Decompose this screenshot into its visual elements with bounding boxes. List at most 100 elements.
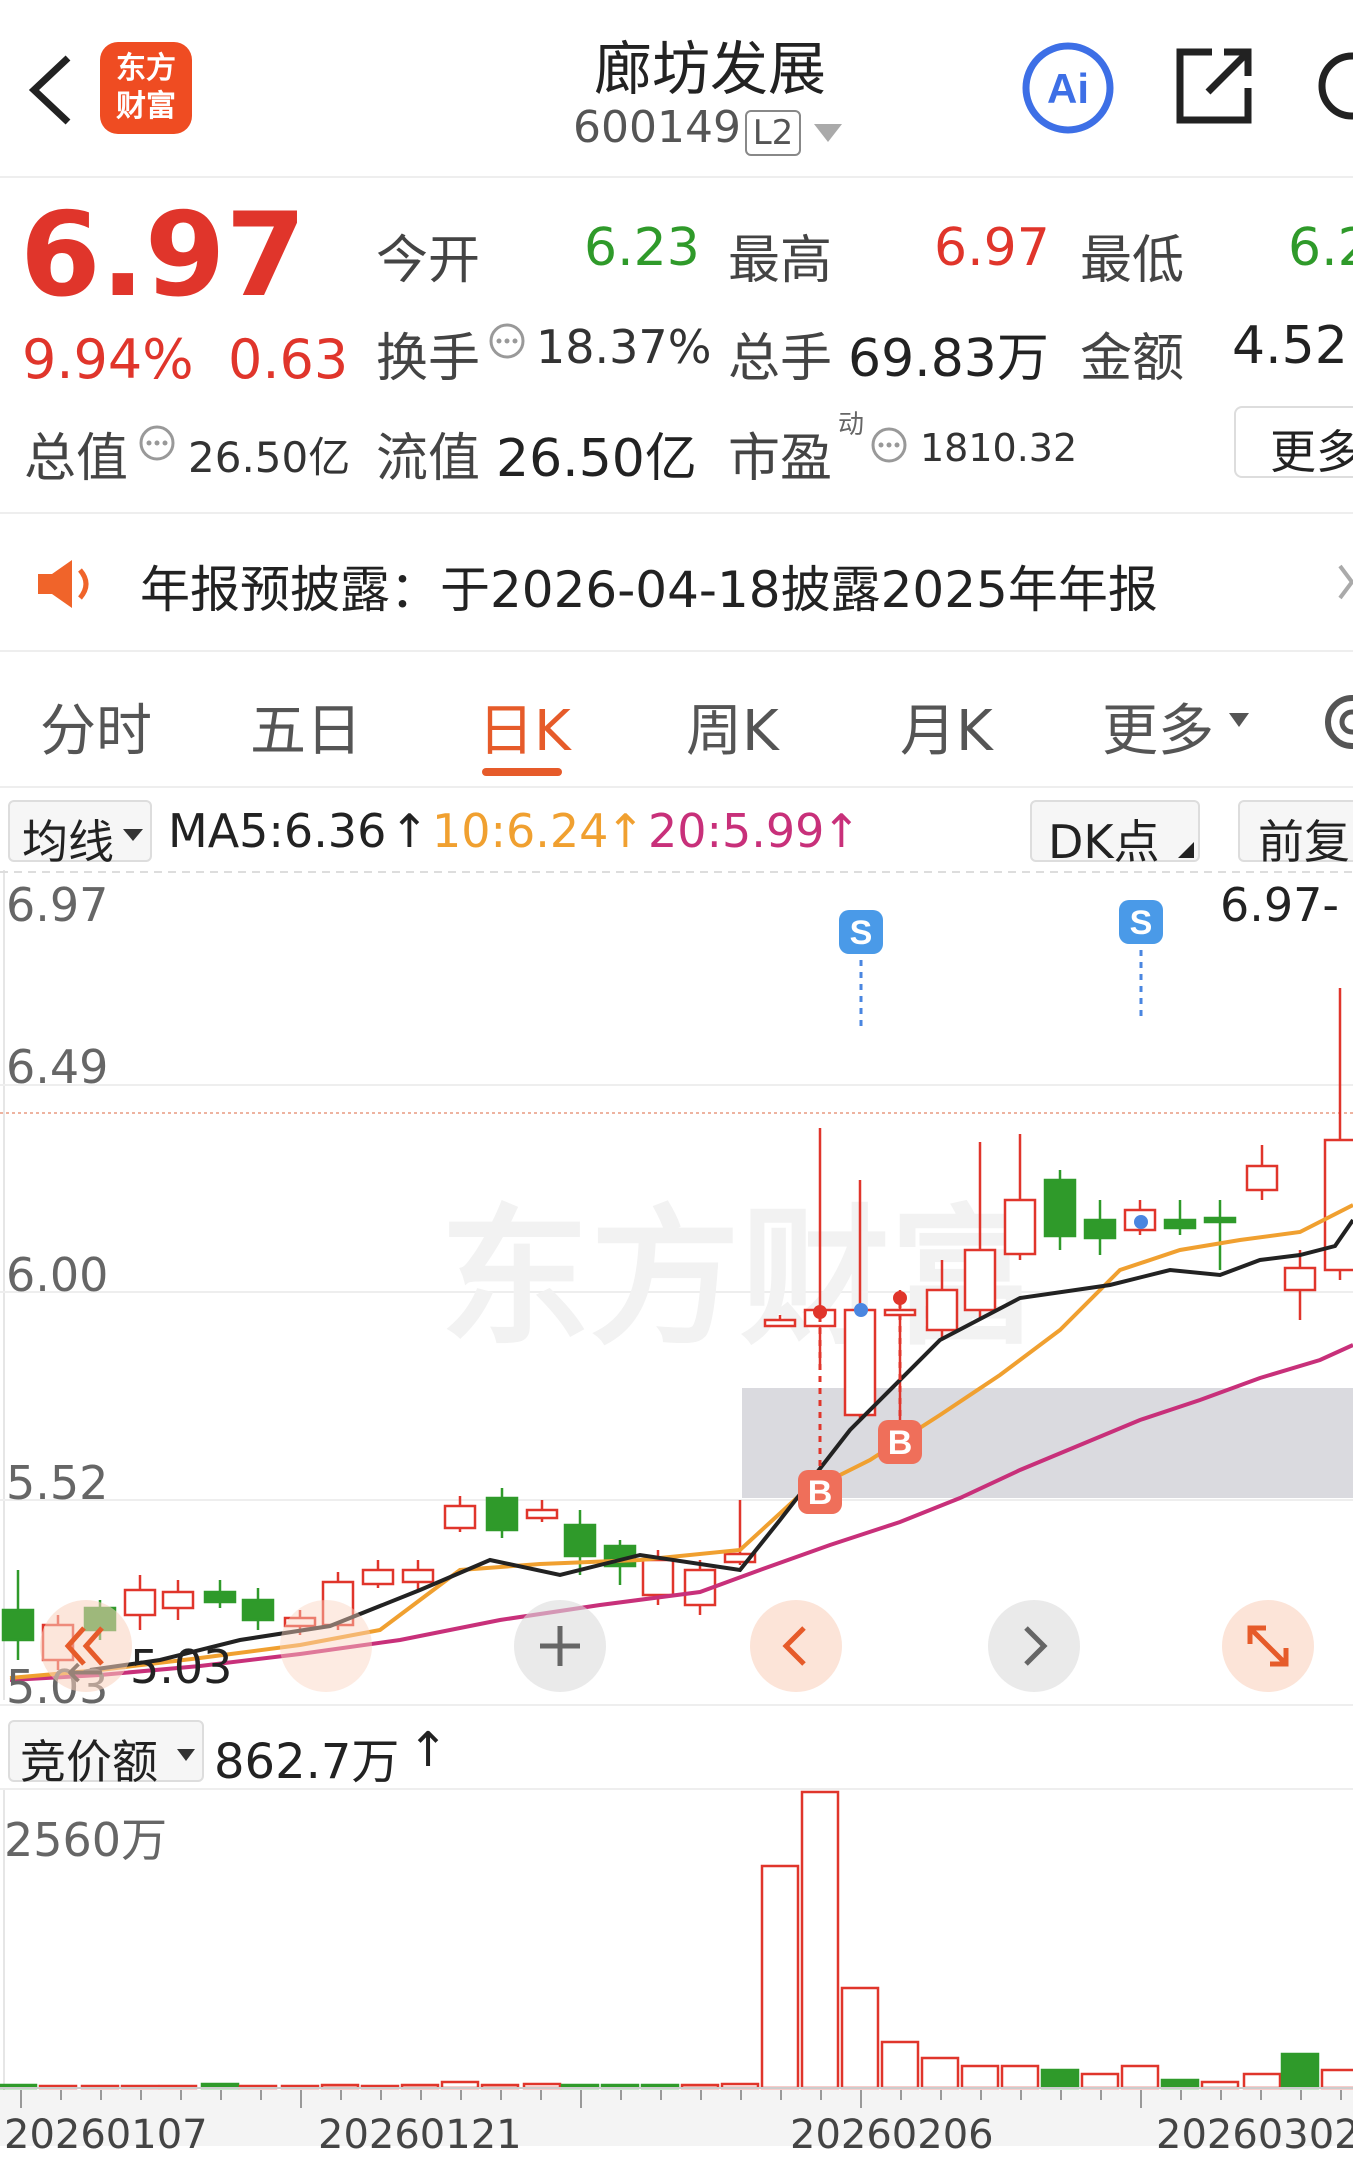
ma10-arrow: ↑: [606, 804, 645, 858]
change-amount: 0.63: [228, 328, 349, 391]
ma20-value: 20:5.99: [648, 804, 825, 858]
zoom-in-button[interactable]: [514, 1600, 606, 1692]
buy-marker-label: B: [808, 1474, 833, 1512]
float-value: 26.50亿: [496, 429, 697, 489]
tab-intraday[interactable]: 分时: [40, 686, 152, 767]
volume-bar: [1320, 2068, 1353, 2090]
info-icon[interactable]: [870, 426, 908, 468]
date-tick: [180, 2090, 182, 2100]
candle: [1245, 1145, 1279, 1200]
volume-bar: [1120, 2064, 1160, 2090]
stock-code: 600149: [573, 102, 741, 153]
candle: [443, 1496, 477, 1532]
expand-icon: [1247, 1625, 1289, 1667]
high-label: 最高: [728, 231, 833, 291]
info-icon[interactable]: [138, 424, 176, 466]
more-button[interactable]: 更多: [1234, 406, 1353, 479]
date-tick: [380, 2090, 382, 2100]
sell-marker-label: S: [1130, 904, 1153, 942]
date-tick: [940, 2090, 942, 2100]
fullscreen-button[interactable]: [1222, 1600, 1314, 1692]
price-axis-label: 6.49: [6, 1040, 109, 1094]
share-icon[interactable]: [1172, 44, 1256, 132]
volume-value: 862.7万: [214, 1734, 400, 1790]
next-button[interactable]: [988, 1600, 1080, 1692]
price-axis-label: 6.00: [6, 1248, 109, 1302]
volume-chart: [0, 1790, 1353, 2090]
candle: [1323, 988, 1353, 1280]
volume-bar: [1242, 2072, 1282, 2090]
volume-bars: [0, 1790, 1353, 2090]
dropdown-icon[interactable]: [812, 122, 844, 148]
search-icon[interactable]: [1308, 48, 1353, 132]
current-price: 6.97: [20, 188, 307, 323]
high-value: 6.97: [934, 218, 1050, 278]
volume-selector[interactable]: 竞价额: [8, 1720, 204, 1789]
turnover-label: 换手: [376, 329, 481, 389]
candle: [1043, 1170, 1077, 1250]
date-tick: [900, 2090, 902, 2100]
divider: [0, 1704, 1353, 1706]
chevron-right-icon[interactable]: [1338, 562, 1353, 606]
amount-label: 金额: [1080, 329, 1185, 389]
candle: [1, 1570, 35, 1660]
date-tick: [1060, 2090, 1062, 2100]
volume-label: 总手: [728, 329, 833, 389]
date-tick: [100, 2090, 102, 2100]
volume-bar: [760, 1864, 800, 2090]
date-tick: [420, 2090, 422, 2100]
date-tick: [1220, 2090, 1222, 2100]
ma20-arrow: ↑: [822, 804, 861, 858]
candlestick-chart[interactable]: 东方财富 S S B B: [0, 870, 1353, 1700]
ai-button[interactable]: Ai: [1020, 40, 1116, 136]
date-tick: [340, 2090, 342, 2100]
level-badge[interactable]: L2: [745, 110, 801, 156]
zoom-out-button[interactable]: [280, 1600, 372, 1692]
date-tick: [820, 2090, 822, 2100]
tab-more[interactable]: 更多: [1102, 686, 1214, 767]
active-tab-indicator: [482, 768, 562, 776]
volume-bar: [920, 2056, 960, 2090]
ma-selector[interactable]: 均线: [8, 800, 152, 869]
date-tick: [700, 2090, 702, 2100]
date-axis: 20260107 20260121 20260206 20260302: [0, 2090, 1353, 2158]
amount-value: 4.52: [1232, 316, 1348, 376]
tab-five-day[interactable]: 五日: [250, 686, 362, 767]
date-tick: [460, 2090, 462, 2100]
tab-weekly-k[interactable]: 周K: [686, 686, 779, 767]
date-tick: [1100, 2090, 1102, 2100]
volume-bar: [1160, 2078, 1200, 2090]
market-cap-value: 26.50亿: [188, 433, 351, 482]
open-label: 今开: [376, 231, 481, 291]
change-percent: 9.94%: [22, 328, 194, 391]
market-cap-label: 总值: [24, 429, 129, 489]
divider: [0, 786, 1353, 788]
caret-down-icon: [123, 829, 143, 841]
tab-monthly-k[interactable]: 月K: [900, 686, 993, 767]
dk-point-button[interactable]: DK点: [1030, 800, 1200, 869]
info-icon[interactable]: [488, 322, 526, 364]
header: 东方 财富 廊坊发展 600149 L2 Ai: [0, 0, 1353, 178]
date-tick: [300, 2090, 302, 2108]
gear-icon[interactable]: [1312, 684, 1353, 764]
tab-daily-k[interactable]: 日K: [478, 686, 571, 767]
date-tick: [500, 2090, 502, 2100]
ma5-value: MA5:6.36: [168, 804, 387, 858]
candle: [525, 1500, 559, 1522]
top-right-label: 6.97-: [1220, 878, 1340, 932]
rewind-button[interactable]: [40, 1600, 132, 1692]
ma10-value: 10:6.24: [432, 804, 609, 858]
prev-button[interactable]: [750, 1600, 842, 1692]
pe-value: 1810.32: [920, 426, 1078, 470]
volume-bar: [840, 1986, 880, 2090]
announcement-banner[interactable]: 年报预披露：于2026-04-18披露2025年年报: [0, 512, 1353, 652]
volume-bar: [1080, 2072, 1120, 2090]
date-tick: [1340, 2090, 1342, 2100]
low-price-label: 5.03: [130, 1640, 233, 1694]
buy-marker-label: B: [888, 1424, 913, 1462]
date-tick: [980, 2090, 982, 2100]
price-axis-label: 6.97: [6, 878, 109, 932]
chevron-left-icon: [782, 1626, 806, 1666]
volume-bar: [800, 1790, 840, 2090]
adjust-button[interactable]: 前复: [1238, 800, 1353, 869]
